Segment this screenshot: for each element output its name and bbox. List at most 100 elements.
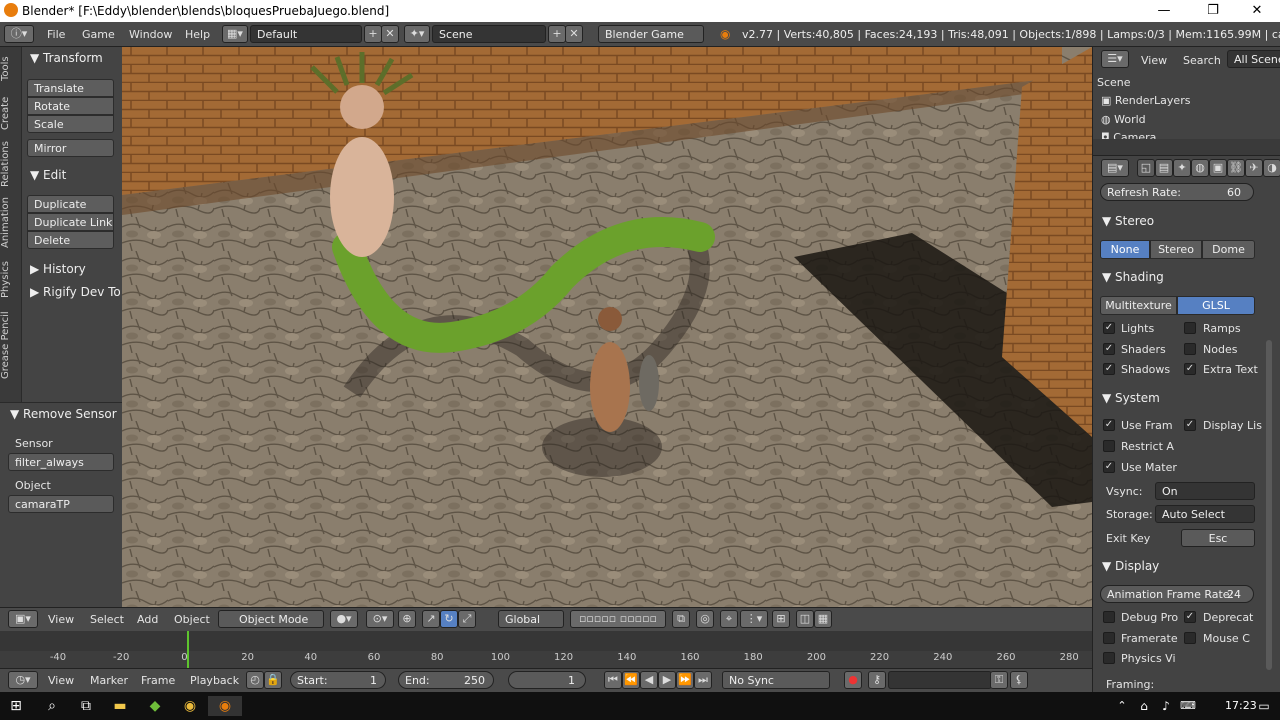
edit-panel-header[interactable]: ▼ Edit <box>30 168 66 182</box>
outliner[interactable]: ☰▾ View Search All Scenes Scene ▣ Render… <box>1092 47 1280 155</box>
jump-end-icon[interactable]: ⏭ <box>694 671 712 689</box>
storage-select[interactable]: Auto Select <box>1155 505 1255 523</box>
outliner-item-camera[interactable]: ◘ Camera <box>1101 131 1156 139</box>
vp-menu-add[interactable]: Add <box>137 613 158 626</box>
menu-window[interactable]: Window <box>129 28 172 41</box>
proportional-icon[interactable]: ◎ <box>696 610 714 628</box>
outliner-item-renderlayers[interactable]: ▣ RenderLayers <box>1101 94 1190 107</box>
menu-help[interactable]: Help <box>185 28 210 41</box>
menu-game[interactable]: Game <box>82 28 115 41</box>
stereo-none-button[interactable]: None <box>1100 240 1150 259</box>
lock-layer-icon[interactable]: ⧉ <box>672 610 690 628</box>
transform-panel-header[interactable]: ▼ Transform <box>30 51 103 65</box>
vp-menu-object[interactable]: Object <box>174 613 210 626</box>
outliner-menu-view[interactable]: View <box>1141 54 1167 67</box>
end-frame-field[interactable]: End: 250 <box>398 671 494 689</box>
object-tab-icon[interactable]: ▣ <box>1209 159 1227 177</box>
multitexture-button[interactable]: Multitexture <box>1100 296 1177 315</box>
layout-field[interactable]: Default <box>250 25 362 43</box>
duplicate-link-button[interactable]: Duplicate Link... <box>27 213 114 231</box>
world-tab-icon[interactable]: ◍ <box>1191 159 1209 177</box>
tl-menu-frame[interactable]: Frame <box>141 674 175 687</box>
shadows-checkbox[interactable]: ✓ <box>1103 363 1115 375</box>
next-keyframe-icon[interactable]: ⏩ <box>676 671 694 689</box>
current-frame-field[interactable]: 1 <box>508 671 586 689</box>
volume-icon[interactable]: ♪ <box>1156 696 1176 716</box>
snap-icon[interactable]: ⌖ <box>720 610 738 628</box>
insert-key-icon[interactable]: ⚿ <box>990 671 1008 689</box>
object-mode-select[interactable]: Object Mode <box>218 610 324 628</box>
debug-properties-checkbox[interactable] <box>1103 611 1115 623</box>
duplicate-button[interactable]: Duplicate <box>27 195 114 213</box>
tab-animation[interactable]: Animation <box>0 195 22 251</box>
outliner-menu-search[interactable]: Search <box>1183 54 1221 67</box>
timeline-area[interactable]: -40 -20 0 20 40 60 80 100 120 140 160 180 200 220 240 2… <box>0 631 1092 668</box>
use-material-checkbox[interactable]: ✓ <box>1103 461 1115 473</box>
layout-icon[interactable]: ▦▾ <box>222 25 248 43</box>
stereo-panel-header[interactable]: ▼ Stereo <box>1102 214 1154 228</box>
ramps-checkbox[interactable] <box>1184 322 1196 334</box>
render-preview-icon[interactable]: ⊞ <box>772 610 790 628</box>
rigify-panel-header[interactable]: ▶ Rigify Dev Tool <box>30 285 120 299</box>
translate-manip-icon[interactable]: ↗ <box>422 610 440 628</box>
mouse-cursor-checkbox[interactable] <box>1184 632 1196 644</box>
remove-sensor-panel-header[interactable]: ▼ Remove Sensor <box>10 407 122 421</box>
pivot-icon[interactable]: ⊙▾ <box>366 610 394 628</box>
remove-layout-icon[interactable]: ✕ <box>381 25 399 43</box>
play-reverse-icon[interactable]: ◀ <box>640 671 658 689</box>
play-icon[interactable]: ▶ <box>658 671 676 689</box>
notifications-icon[interactable]: ▭ <box>1254 696 1274 716</box>
scene-tab-icon[interactable]: ✦ <box>1173 159 1191 177</box>
shading-mode-icon[interactable]: ●▾ <box>330 610 358 628</box>
translate-button[interactable]: Translate <box>27 79 114 97</box>
keying-set-field[interactable] <box>888 671 992 689</box>
record-icon[interactable]: ● <box>844 671 862 689</box>
lights-checkbox[interactable]: ✓ <box>1103 322 1115 334</box>
shaders-checkbox[interactable]: ✓ <box>1103 343 1115 355</box>
rotate-manip-icon[interactable]: ↻ <box>440 610 458 628</box>
vsync-select[interactable]: On <box>1155 482 1255 500</box>
scene-icon[interactable]: ✦▾ <box>404 25 430 43</box>
tab-physics[interactable]: Physics <box>0 259 22 301</box>
lock-time-icon[interactable]: 🔒 <box>264 671 282 689</box>
chrome-icon[interactable]: ◉ <box>180 696 200 716</box>
layers-grid-icon[interactable]: ▫▫▫▫▫ ▫▫▫▫▫ <box>570 610 666 628</box>
outliner-item-world[interactable]: ◍ World <box>1101 113 1146 126</box>
nodes-checkbox[interactable] <box>1184 343 1196 355</box>
start-icon[interactable]: ⊞ <box>6 696 26 716</box>
render-tab-icon[interactable]: ◱ <box>1137 159 1155 177</box>
constraints-tab-icon[interactable]: ⛓ <box>1227 159 1245 177</box>
anim-frame-rate-field[interactable]: Animation Frame Rate: 24 <box>1100 585 1254 603</box>
search-icon[interactable]: ⌕ <box>42 696 62 716</box>
3d-viewport[interactable] <box>122 47 1092 607</box>
tl-menu-marker[interactable]: Marker <box>90 674 128 687</box>
tl-menu-playback[interactable]: Playback <box>190 674 239 687</box>
vp-menu-view[interactable]: View <box>48 613 74 626</box>
prev-keyframe-icon[interactable]: ⏪ <box>622 671 640 689</box>
framerate-checkbox[interactable] <box>1103 632 1115 644</box>
object-field[interactable]: camaraTP <box>8 495 114 513</box>
extra-text-checkbox[interactable]: ✓ <box>1184 363 1196 375</box>
outliner-scrollbar[interactable] <box>1093 139 1280 155</box>
remove-scene-icon[interactable]: ✕ <box>565 25 583 43</box>
start-frame-field[interactable]: Start: 1 <box>290 671 386 689</box>
maximize-button[interactable]: ❐ <box>1190 0 1236 22</box>
outliner-item-scene[interactable]: Scene <box>1097 76 1131 89</box>
close-button[interactable]: ✕ <box>1234 0 1280 22</box>
menu-file[interactable]: File <box>47 28 65 41</box>
display-lists-checkbox[interactable]: ✓ <box>1184 419 1196 431</box>
timeline-editor-icon[interactable]: ◷▾ <box>8 671 38 689</box>
render-engine-select[interactable]: Blender Game <box>598 25 704 43</box>
keyboard-icon[interactable]: ⌨ <box>1178 696 1198 716</box>
tl-menu-view[interactable]: View <box>48 674 74 687</box>
outliner-filter-select[interactable]: All Scenes <box>1227 50 1280 68</box>
tab-grease-pencil[interactable]: Grease Pencil <box>0 309 22 381</box>
physics-visualization-checkbox[interactable] <box>1103 652 1115 664</box>
blender-taskbar-icon[interactable]: ◉ <box>208 696 242 716</box>
sync-select[interactable]: No Sync <box>722 671 830 689</box>
stereo-dome-button[interactable]: Dome <box>1202 240 1255 259</box>
file-explorer-icon[interactable]: ▬ <box>110 696 130 716</box>
opengl-render-icon[interactable]: ◫ <box>796 610 814 628</box>
app-green-icon[interactable]: ◆ <box>145 696 165 716</box>
shading-panel-header[interactable]: ▼ Shading <box>1102 270 1164 284</box>
